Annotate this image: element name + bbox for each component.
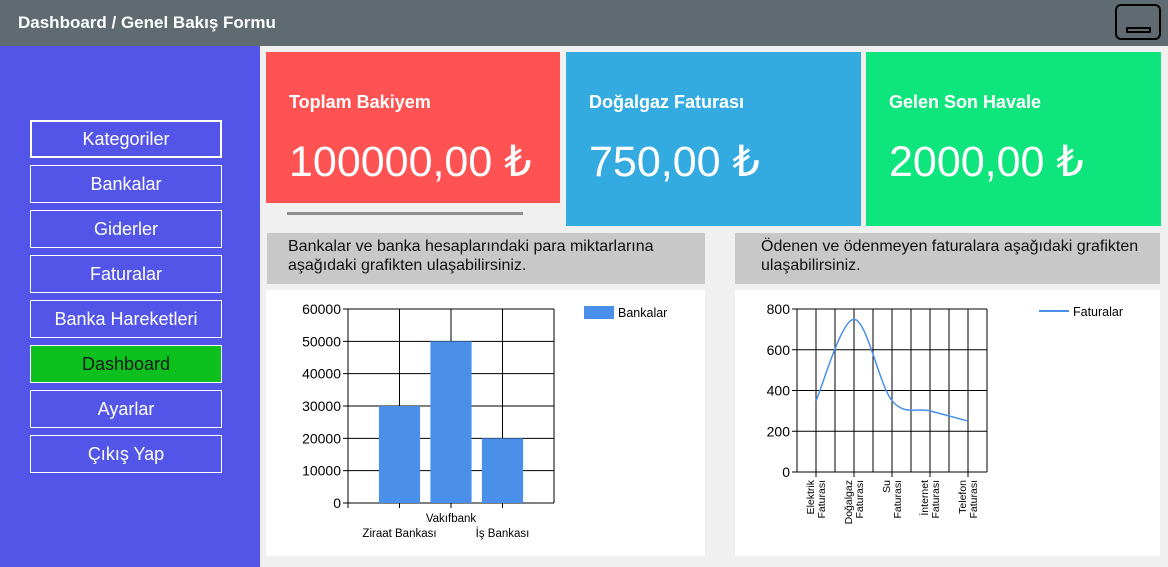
bar-legend-label: Bankalar: [618, 306, 667, 320]
bar-legend-swatch: [584, 306, 614, 319]
line-ytick-label: 200: [767, 423, 791, 439]
bar-ytick-label: 40000: [302, 366, 341, 382]
divider: [287, 212, 523, 215]
bills-chart-panel: 0 200 400 600 800 Elektrik Faturası Doğalgaz Fat…: [735, 290, 1160, 556]
line-category-label: Elektrik Faturası: [805, 479, 828, 518]
bar-ytick-label: 10000: [302, 463, 341, 479]
nav-bankalar-button[interactable]: Bankalar: [30, 165, 222, 203]
bills-chart-description: Ödenen ve ödenmeyen faturalara aşağıdaki…: [735, 233, 1160, 284]
line-ytick-label: 0: [782, 464, 790, 480]
bar-ytick-label: 30000: [302, 398, 341, 414]
line-category-label: Doğalgaz Faturası: [843, 480, 866, 524]
line-category-label-part: Faturası: [816, 480, 828, 519]
title-bar: Dashboard / Genel Bakış Formu: [0, 0, 1168, 46]
nav-kategoriler-button[interactable]: Kategoriler: [30, 120, 222, 158]
line-category-label-part: Faturası: [968, 480, 980, 519]
gas-bill-label: Doğalgaz Faturası: [589, 92, 745, 112]
line-category-label-part: Faturası: [892, 480, 904, 519]
nav-cikis-yap-button[interactable]: Çıkış Yap: [30, 435, 222, 473]
total-balance-card: Toplam Bakiyem 100000,00 ₺: [266, 52, 560, 203]
bar-ytick-label: 50000: [302, 333, 341, 349]
bank-chart-description: Bankalar ve banka hesaplarındaki para mi…: [267, 233, 705, 284]
nav-banka-hareketleri-button[interactable]: Banka Hareketleri: [30, 300, 222, 338]
gas-bill-value: 750,00 ₺: [589, 138, 760, 186]
window-title: Dashboard / Genel Bakış Formu: [18, 13, 276, 32]
total-balance-value: 100000,00 ₺: [289, 138, 532, 186]
bar-ytick-label: 60000: [302, 301, 341, 317]
bar-category-label: İş Bankası: [476, 527, 530, 540]
line-category-label-part: Faturası: [854, 480, 866, 519]
line-legend-label: Faturalar: [1073, 305, 1123, 319]
nav-dashboard-button[interactable]: Dashboard: [30, 345, 222, 383]
bar-category-label: Vakıfbank: [426, 513, 477, 525]
last-transfer-label: Gelen Son Havale: [889, 92, 1042, 112]
last-transfer-card: Gelen Son Havale 2000,00 ₺: [866, 52, 1161, 226]
line-ytick-label: 800: [767, 301, 791, 317]
line-category-label: Telefon Faturası: [957, 480, 980, 519]
line-ytick-label: 600: [767, 342, 791, 358]
line-category-label-part: Faturası: [930, 480, 942, 519]
bank-bar-chart: 0 10000 20000 30000 40000 50000 60000 Ziraat Ba…: [302, 301, 667, 540]
bar-2: [430, 341, 472, 503]
minimize-icon: [1126, 27, 1151, 33]
bar-3: [481, 438, 524, 503]
nav-giderler-button[interactable]: Giderler: [30, 210, 222, 248]
bar-1: [378, 406, 421, 503]
gas-bill-card: Doğalgaz Faturası 750,00 ₺: [566, 52, 861, 226]
last-transfer-value: 2000,00 ₺: [889, 138, 1084, 186]
bar-ytick-label: 20000: [302, 430, 341, 446]
line-ytick-label: 400: [767, 383, 791, 399]
sidebar: Kategoriler Bankalar Giderler Faturalar …: [0, 46, 260, 567]
bank-chart-panel: 0 10000 20000 30000 40000 50000 60000 Ziraat Ba…: [266, 290, 705, 556]
bar-category-label: Ziraat Bankası: [362, 528, 436, 540]
minimize-button[interactable]: [1115, 4, 1161, 40]
total-balance-label: Toplam Bakiyem: [289, 92, 431, 112]
bar-ytick-label: 0: [333, 495, 341, 511]
line-category-label: Su Faturası: [881, 480, 904, 519]
line-category-label: İnternet Faturası: [918, 480, 942, 519]
nav-faturalar-button[interactable]: Faturalar: [30, 255, 222, 293]
bills-line-chart: 0 200 400 600 800 Elektrik Faturası Doğalgaz Fat…: [767, 301, 1123, 524]
nav-ayarlar-button[interactable]: Ayarlar: [30, 390, 222, 428]
